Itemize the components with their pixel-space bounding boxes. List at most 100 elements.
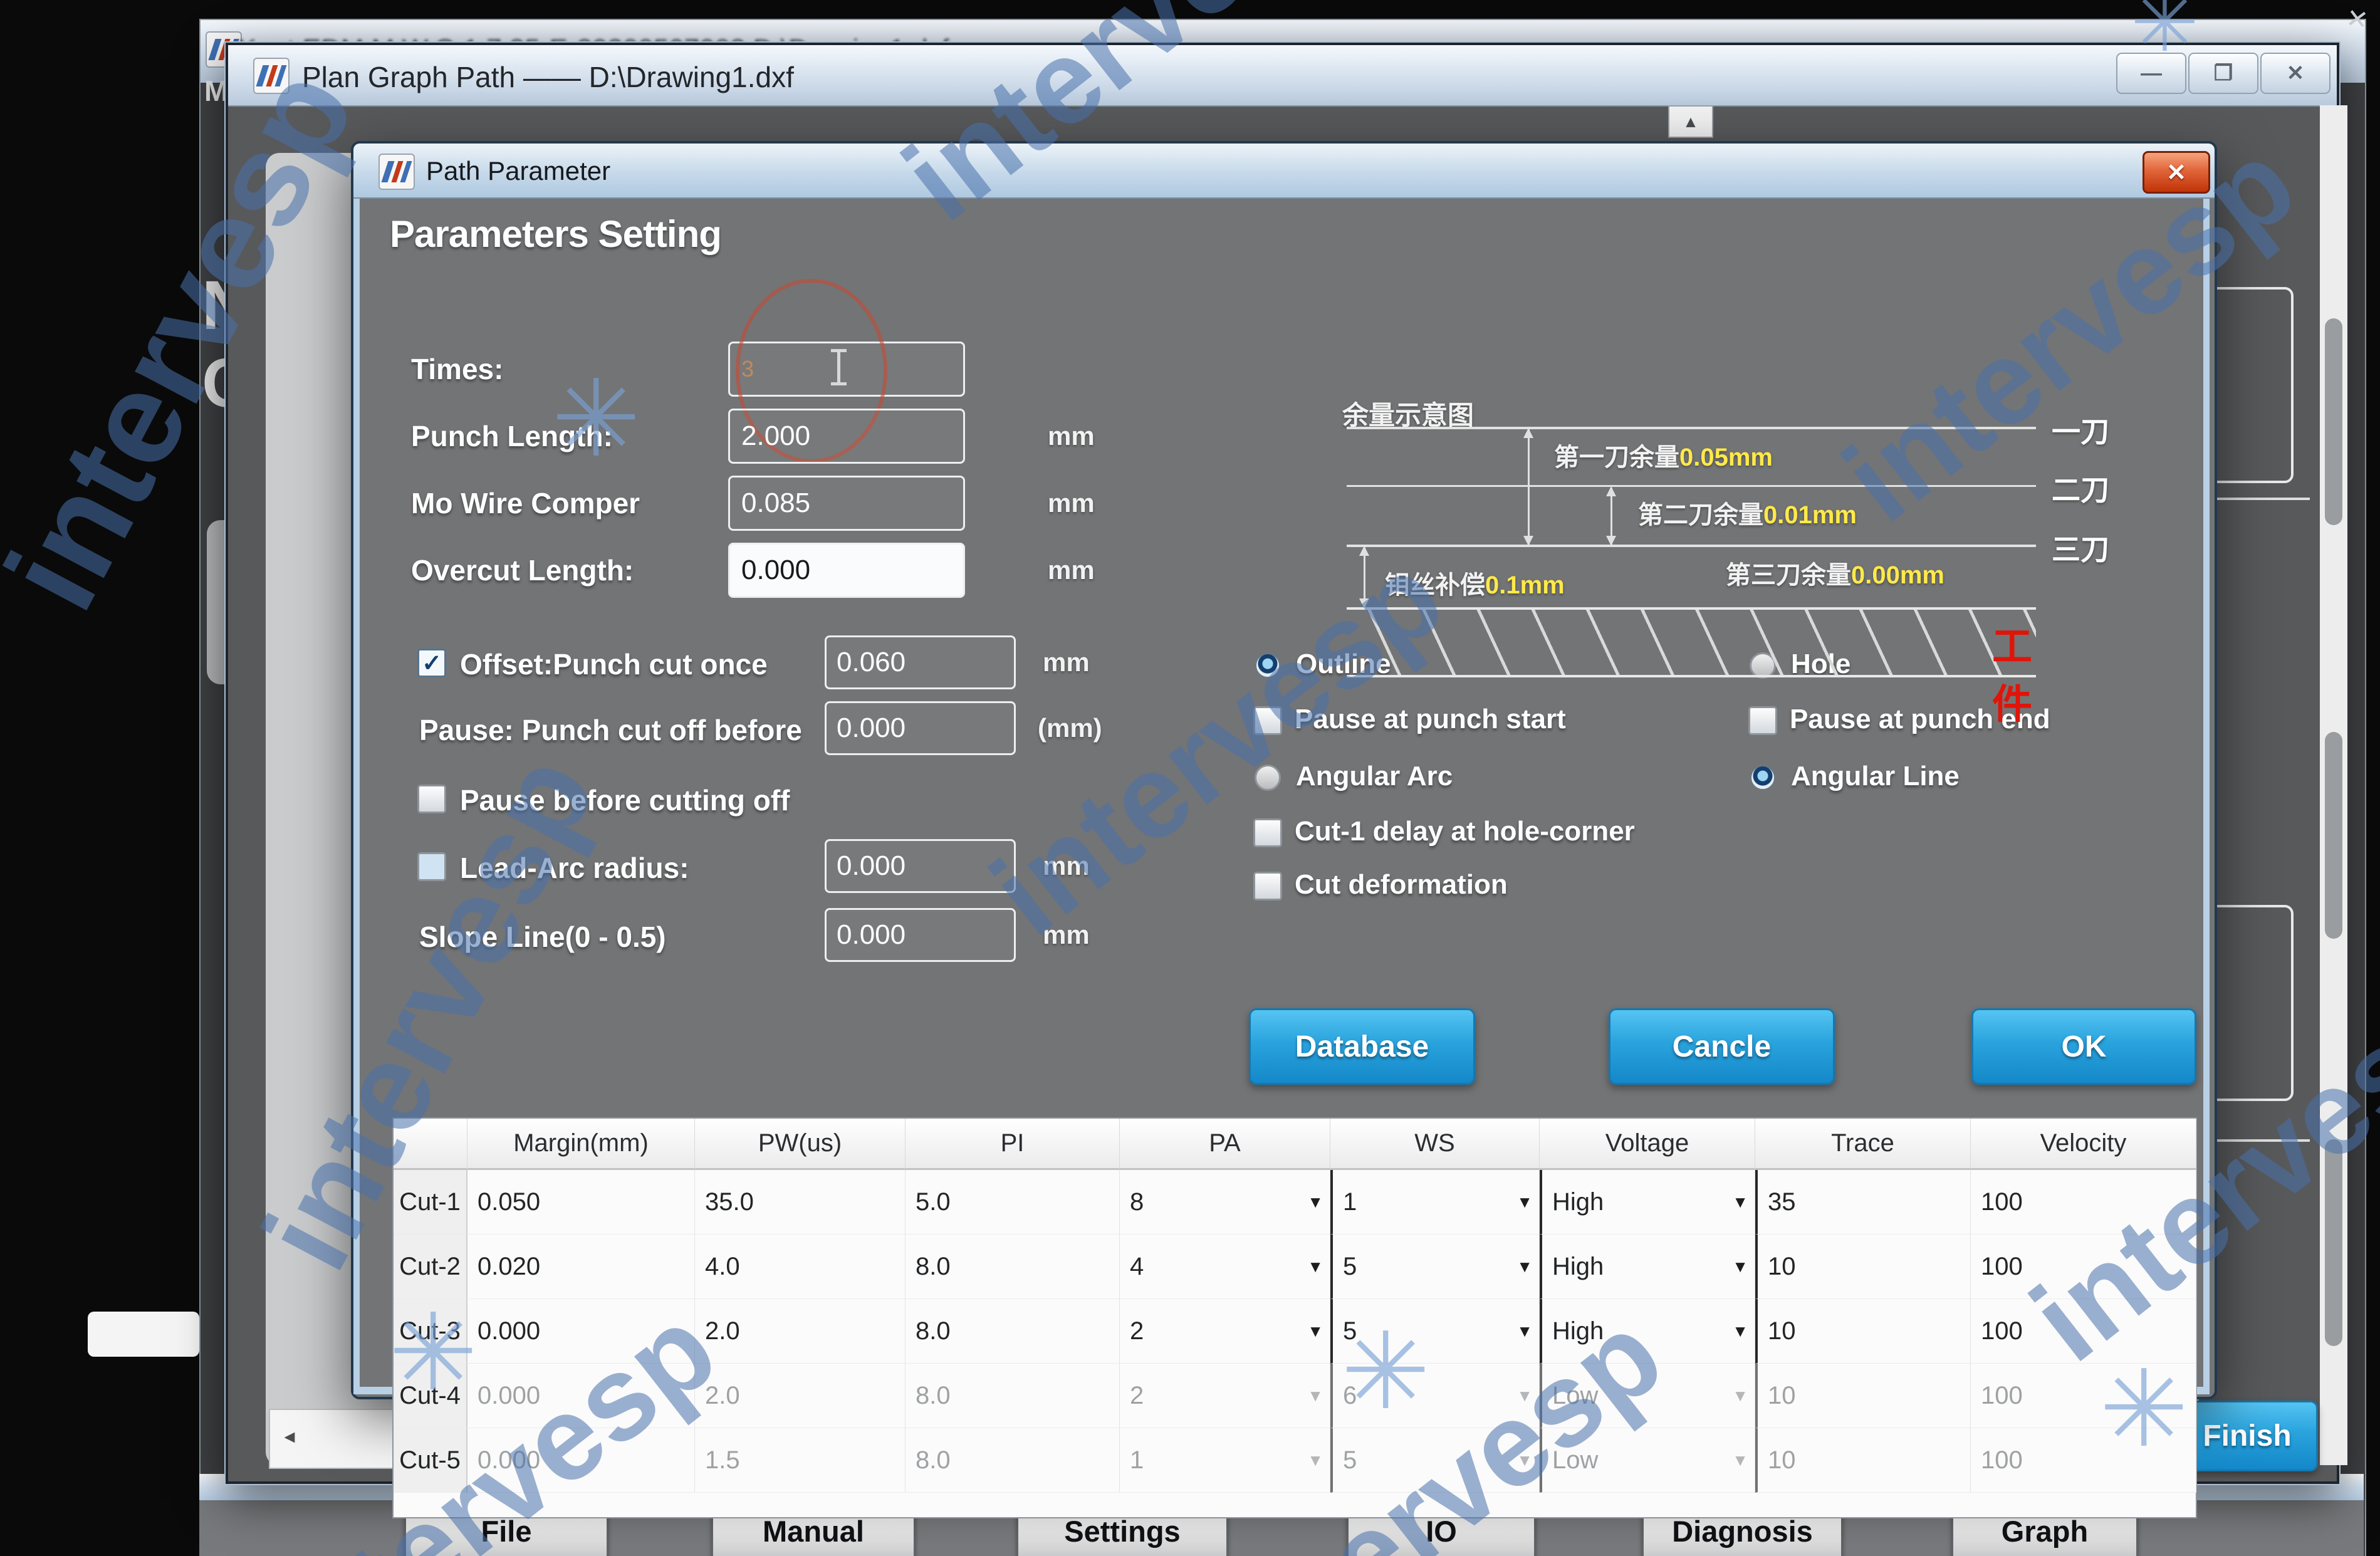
- cell-voltage-dropdown[interactable]: Low▼: [1540, 1364, 1755, 1428]
- dialog-cancel-button[interactable]: Cancle: [1609, 1008, 1835, 1085]
- scrollbar-segment: [2325, 318, 2342, 525]
- cell-margin[interactable]: 0.000: [467, 1428, 695, 1493]
- pause-punch-end-checkbox[interactable]: [1748, 706, 1777, 735]
- dialog-title: Path Parameter: [426, 156, 610, 186]
- cell-ws-dropdown[interactable]: 5▼: [1330, 1235, 1540, 1299]
- cell-ws-dropdown[interactable]: 5▼: [1330, 1428, 1540, 1493]
- pause-cutoff-label: Pause: Punch cut off before: [419, 713, 823, 747]
- scroll-up-icon: ▲: [1683, 112, 1699, 132]
- minimize-button[interactable]: —: [2116, 53, 2186, 94]
- col-header-voltage: Voltage: [1540, 1119, 1755, 1170]
- pause-punch-start-label: Pause at punch start: [1295, 704, 1566, 735]
- cell-ws-dropdown[interactable]: 1▼: [1330, 1170, 1540, 1235]
- cell-pw[interactable]: 2.0: [695, 1299, 906, 1364]
- cell-trace[interactable]: 10: [1755, 1428, 1971, 1493]
- row-label: Cut-3: [394, 1299, 467, 1364]
- diagram-cut3-label: 三刀: [2052, 527, 2109, 568]
- unit-label: mm: [1043, 647, 1090, 677]
- cell-pa-dropdown[interactable]: 2▼: [1120, 1299, 1330, 1364]
- lead-arc-checkbox[interactable]: [417, 852, 446, 881]
- dialog-close-button[interactable]: ✕: [2143, 151, 2210, 194]
- cell-velocity[interactable]: 100: [1971, 1428, 2196, 1493]
- lead-arc-input[interactable]: 0.000: [825, 839, 1016, 893]
- dropdown-icon: ▼: [1732, 1386, 1748, 1406]
- dropdown-icon: ▼: [1307, 1386, 1323, 1406]
- dialog-ok-button[interactable]: OK: [1971, 1008, 2196, 1085]
- maximize-icon: ❐: [2214, 61, 2233, 86]
- pause-before-cutoff-checkbox[interactable]: [417, 785, 446, 813]
- cell-velocity[interactable]: 100: [1971, 1170, 2196, 1235]
- cell-trace[interactable]: 10: [1755, 1235, 1971, 1299]
- cut-deformation-label: Cut deformation: [1295, 869, 1508, 901]
- cell-trace[interactable]: 10: [1755, 1299, 1971, 1364]
- cell-voltage-dropdown[interactable]: High▼: [1540, 1235, 1755, 1299]
- offset-input[interactable]: 0.060: [825, 635, 1016, 689]
- mo-wire-input[interactable]: 0.085: [728, 476, 965, 531]
- cell-velocity[interactable]: 100: [1971, 1364, 2196, 1428]
- cell-voltage-dropdown[interactable]: High▼: [1540, 1299, 1755, 1364]
- scrollbar-segment: [2325, 732, 2342, 939]
- dropdown-icon: ▼: [1307, 1257, 1323, 1277]
- outline-radio[interactable]: [1255, 652, 1281, 679]
- overcut-label: Overcut Length:: [411, 553, 634, 587]
- cell-margin[interactable]: 0.050: [467, 1170, 695, 1235]
- punch-length-input[interactable]: 2.000: [728, 409, 965, 464]
- unit-label: mm: [1043, 920, 1090, 950]
- footer-finish-button[interactable]: Finish: [2176, 1401, 2318, 1471]
- dropdown-icon: ▼: [1732, 1451, 1748, 1470]
- cell-margin[interactable]: 0.020: [467, 1235, 695, 1299]
- cell-pa-dropdown[interactable]: 2▼: [1120, 1364, 1330, 1428]
- close-button[interactable]: ✕: [2260, 53, 2330, 94]
- cell-ws-dropdown[interactable]: 5▼: [1330, 1299, 1540, 1364]
- close-icon[interactable]: ✕: [2344, 3, 2371, 36]
- overcut-input[interactable]: 0.000: [728, 543, 965, 598]
- offset-label: Offset:Punch cut once: [460, 647, 768, 681]
- cell-pw[interactable]: 4.0: [695, 1235, 906, 1299]
- diagram-margin2: 第二刀余量0.01mm: [1638, 494, 1857, 531]
- col-header-ws: WS: [1330, 1119, 1540, 1170]
- angular-arc-radio[interactable]: [1255, 765, 1281, 791]
- cell-pi[interactable]: 8.0: [906, 1299, 1120, 1364]
- cell-ws-dropdown[interactable]: 6▼: [1330, 1364, 1540, 1428]
- cell-pw[interactable]: 2.0: [695, 1364, 906, 1428]
- cell-pw[interactable]: 1.5: [695, 1428, 906, 1493]
- plan-window-titlebar[interactable]: Plan Graph Path —— D:\Drawing1.dxf — ❐ ✕: [228, 45, 2337, 107]
- database-button[interactable]: Database: [1249, 1008, 1475, 1085]
- cell-pi[interactable]: 5.0: [906, 1170, 1120, 1235]
- cell-pw[interactable]: 35.0: [695, 1170, 906, 1235]
- workpiece-label: 工件: [1992, 615, 2037, 730]
- right-scrollbar[interactable]: [2320, 105, 2347, 1465]
- scroll-left-button[interactable]: ◄: [271, 1411, 308, 1463]
- cell-margin[interactable]: 0.000: [467, 1299, 695, 1364]
- cell-pi[interactable]: 8.0: [906, 1428, 1120, 1493]
- unit-label: mm: [1043, 851, 1090, 881]
- offset-checkbox[interactable]: ✓: [417, 649, 446, 677]
- vertical-scrollbar-up[interactable]: ▲: [1668, 105, 1713, 138]
- slope-line-input[interactable]: 0.000: [825, 908, 1016, 962]
- cut-deformation-checkbox[interactable]: [1253, 872, 1282, 901]
- pause-punch-start-checkbox[interactable]: [1253, 706, 1282, 735]
- cell-trace[interactable]: 35: [1755, 1170, 1971, 1235]
- cell-velocity[interactable]: 100: [1971, 1299, 2196, 1364]
- cut1-delay-checkbox[interactable]: [1253, 818, 1282, 847]
- pause-cutoff-input[interactable]: 0.000: [825, 701, 1016, 755]
- angular-line-radio[interactable]: [1750, 765, 1776, 791]
- cell-trace[interactable]: 10: [1755, 1364, 1971, 1428]
- cut-parameters-table: Margin(mm) PW(us) PI PA WS Voltage Trace…: [392, 1117, 2197, 1518]
- cell-pi[interactable]: 8.0: [906, 1235, 1120, 1299]
- dialog-titlebar[interactable]: Path Parameter ✕: [353, 144, 2215, 199]
- mo-wire-label: Mo Wire Comper: [411, 486, 640, 520]
- cell-velocity[interactable]: 100: [1971, 1235, 2196, 1299]
- dimension-arrow: [1528, 429, 1530, 545]
- cell-voltage-dropdown[interactable]: Low▼: [1540, 1428, 1755, 1493]
- maximize-button[interactable]: ❐: [2188, 53, 2258, 94]
- cell-voltage-dropdown[interactable]: High▼: [1540, 1170, 1755, 1235]
- cell-pa-dropdown[interactable]: 8▼: [1120, 1170, 1330, 1235]
- cell-pa-dropdown[interactable]: 1▼: [1120, 1428, 1330, 1493]
- row-label: Cut-1: [394, 1170, 467, 1235]
- cell-pa-dropdown[interactable]: 4▼: [1120, 1235, 1330, 1299]
- cell-margin[interactable]: 0.000: [467, 1364, 695, 1428]
- unit-label: mm: [1048, 555, 1095, 585]
- cell-pi[interactable]: 8.0: [906, 1364, 1120, 1428]
- hidden-divider: [2202, 1139, 2310, 1142]
